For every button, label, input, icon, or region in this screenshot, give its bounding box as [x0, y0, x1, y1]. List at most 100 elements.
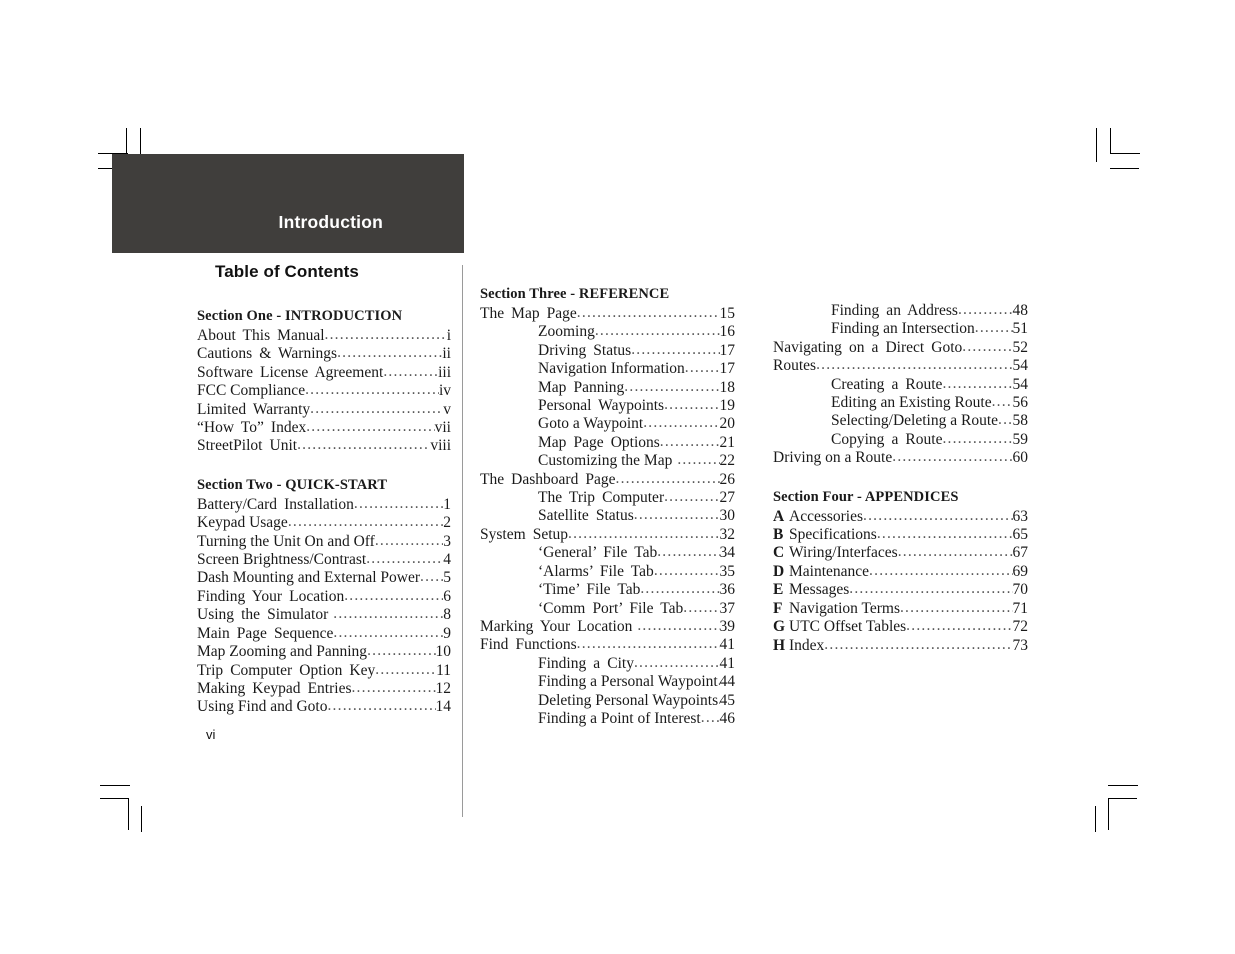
toc-entry[interactable]: Driving on a Route......................…: [773, 449, 1028, 467]
toc-entry-page: 46: [719, 709, 736, 727]
toc-entry[interactable]: Marking Your Location...................…: [480, 618, 735, 636]
toc-entry[interactable]: Using Find and Goto.....................…: [197, 698, 451, 716]
toc-entry[interactable]: D Maintenance............................…: [773, 563, 1028, 581]
toc-entry[interactable]: A Accessories............................…: [773, 508, 1028, 526]
toc-entry[interactable]: ‘Alarms’ File Tab.......................…: [480, 563, 735, 581]
crop-mark: [141, 806, 142, 832]
toc-dot-leader: ........................................…: [906, 618, 1013, 635]
toc-entry-page: 69: [1012, 562, 1029, 580]
toc-entry[interactable]: Editing an Existing Route...............…: [773, 394, 1028, 412]
toc-entry[interactable]: Turning the Unit On and Off.............…: [197, 533, 451, 551]
toc-entry[interactable]: ‘General’ File Tab......................…: [480, 544, 735, 562]
toc-entry[interactable]: H Index..................................…: [773, 637, 1028, 655]
toc-entry[interactable]: Battery/Card Installation...............…: [197, 496, 451, 514]
toc-entry[interactable]: Zooming.................................…: [480, 323, 735, 341]
toc-column-three: Finding an Address......................…: [773, 302, 1028, 655]
toc-entry[interactable]: Dash Mounting and External Power........…: [197, 569, 451, 587]
toc-entry[interactable]: Finding a Personal Waypoint.............…: [480, 673, 735, 691]
crop-mark: [128, 798, 129, 830]
toc-entry[interactable]: Main Page Sequence......................…: [197, 625, 451, 643]
toc-entry-page: 59: [1012, 430, 1029, 448]
toc-entry-label: Driving Status: [538, 341, 632, 359]
toc-entry-page: 67: [1012, 544, 1029, 562]
toc-entry-page: 34: [719, 544, 736, 562]
toc-entry-label: Personal Waypoints: [538, 397, 665, 415]
toc-entry-page: iii: [438, 363, 451, 381]
toc-entry[interactable]: About This Manual.......................…: [197, 327, 451, 345]
toc-entry[interactable]: Keypad Usage............................…: [197, 514, 451, 532]
toc-entry-label: Navigating on a Direct Goto: [773, 338, 963, 356]
toc-entry[interactable]: Trip Computer Option Key................…: [197, 662, 451, 680]
toc-entry[interactable]: Finding an Address......................…: [773, 302, 1028, 320]
toc-entry-page: 54: [1012, 375, 1029, 393]
toc-entry[interactable]: Customizing the Map.....................…: [480, 452, 735, 470]
toc-entry-label: Making Keypad Entries: [197, 679, 352, 697]
toc-dot-leader: ........................................…: [640, 581, 719, 598]
toc-entry[interactable]: E Messages...............................…: [773, 581, 1028, 599]
toc-dot-leader: ........................................…: [366, 551, 443, 568]
toc-entry-page: 48: [1012, 302, 1029, 319]
toc-entry[interactable]: Find Functions..........................…: [480, 636, 735, 654]
toc-entry[interactable]: Finding Your Location...................…: [197, 588, 451, 606]
toc-entry[interactable]: System Setup............................…: [480, 526, 735, 544]
toc-entry[interactable]: B Specifications.........................…: [773, 526, 1028, 544]
toc-entry[interactable]: Goto a Waypoint.........................…: [480, 415, 735, 433]
toc-entry[interactable]: Personal Waypoints......................…: [480, 397, 735, 415]
toc-entry[interactable]: Navigation Information..................…: [480, 360, 735, 378]
toc-entry[interactable]: The Map Page............................…: [480, 305, 735, 323]
toc-entry[interactable]: Finding a Point of Interest.............…: [480, 710, 735, 728]
toc-entry[interactable]: Map Page Options........................…: [480, 434, 735, 452]
toc-entry-label: Specifications: [789, 526, 877, 544]
toc-dot-leader: ........................................…: [664, 489, 720, 506]
toc-entry[interactable]: Navigating on a Direct Goto.............…: [773, 339, 1028, 357]
toc-entry[interactable]: ‘Comm Port’ File Tab....................…: [480, 600, 735, 618]
toc-entry-page: 72: [1012, 618, 1029, 636]
toc-entry-page: iv: [438, 382, 451, 400]
toc-entry[interactable]: C Wiring/Interfaces......................…: [773, 544, 1028, 562]
toc-entry[interactable]: Using the Simulator.....................…: [197, 606, 451, 624]
toc-entry[interactable]: Copying a Route.........................…: [773, 431, 1028, 449]
toc-entry[interactable]: Software License Agreement..............…: [197, 364, 451, 382]
toc-entry-label: Battery/Card Installation: [197, 495, 354, 513]
toc-entry[interactable]: Finding an Intersection.................…: [773, 320, 1028, 338]
toc-entry[interactable]: Finding a City..........................…: [480, 655, 735, 673]
toc-entry[interactable]: GUTC Offset Tables......................…: [773, 618, 1028, 636]
toc-dot-leader: ........................................…: [824, 636, 1013, 653]
toc-entry[interactable]: Making Keypad Entries...................…: [197, 680, 451, 698]
toc-entry[interactable]: Creating a Route........................…: [773, 376, 1028, 394]
toc-entry-page: 2: [443, 514, 451, 532]
toc-entry[interactable]: Selecting/Deleting a Route..............…: [773, 412, 1028, 430]
toc-entry[interactable]: F Navigation Terms.......................…: [773, 600, 1028, 618]
toc-entry[interactable]: The Dashboard Page......................…: [480, 471, 735, 489]
toc-entry[interactable]: StreetPilot Unit........................…: [197, 437, 451, 455]
toc-entry[interactable]: Satellite Status........................…: [480, 507, 735, 525]
toc-entry-label: Finding a Point of Interest: [538, 709, 701, 727]
toc-dot-leader: ........................................…: [624, 378, 720, 395]
section-banner: Introduction: [112, 154, 464, 253]
toc-entry-page: 32: [719, 525, 736, 543]
toc-entry-label: ‘General’ File Tab: [538, 544, 658, 562]
toc-entry[interactable]: Limited Warranty........................…: [197, 401, 451, 419]
toc-dot-leader: ........................................…: [659, 433, 720, 450]
toc-entry-page: 37: [719, 599, 736, 617]
toc-entry-page: 60: [1012, 449, 1029, 467]
toc-entry[interactable]: Deleting Personal Waypoints.............…: [480, 692, 735, 710]
toc-entry[interactable]: Cautions & Warnings.....................…: [197, 345, 451, 363]
toc-entry[interactable]: Routes..................................…: [773, 357, 1028, 375]
toc-entry-page: 22: [719, 452, 736, 470]
toc-entry[interactable]: Map Zooming and Panning.................…: [197, 643, 451, 661]
toc-entry[interactable]: ‘Time’ File Tab.........................…: [480, 581, 735, 599]
toc-dot-leader: ........................................…: [897, 544, 1013, 561]
toc-entry[interactable]: Map Panning.............................…: [480, 379, 735, 397]
toc-entry-page: i: [446, 327, 451, 344]
toc-entry-page: 41: [719, 654, 736, 672]
toc-entry[interactable]: Driving Status..........................…: [480, 342, 735, 360]
toc-entry[interactable]: Screen Brightness/Contrast..............…: [197, 551, 451, 569]
toc-column-one: Section One - INTRODUCTION About This Man…: [197, 308, 451, 717]
toc-entry[interactable]: “How To” Index..........................…: [197, 419, 451, 437]
toc-dot-leader: ........................................…: [700, 709, 720, 726]
toc-entry-letter: F: [773, 599, 783, 617]
toc-entry[interactable]: The Trip Computer.......................…: [480, 489, 735, 507]
toc-entry[interactable]: FCC Compliance..........................…: [197, 382, 451, 400]
toc-entry-label: Map Page Options: [538, 433, 660, 451]
